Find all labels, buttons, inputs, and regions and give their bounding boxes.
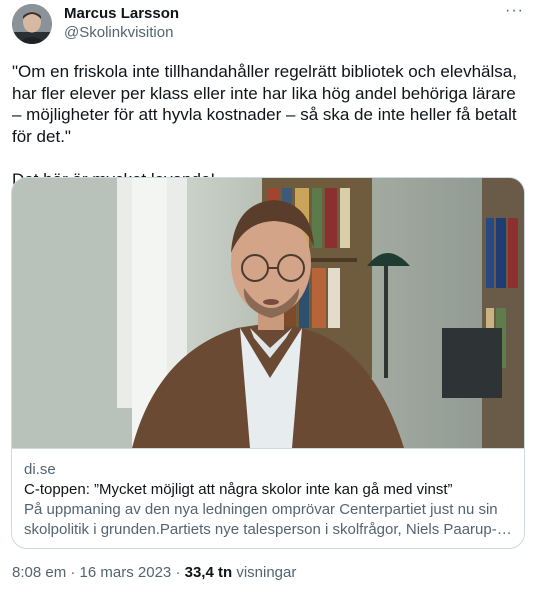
more-options-icon[interactable]: ···: [505, 2, 524, 20]
avatar-photo: [12, 4, 52, 44]
tweet: Marcus Larsson @Skolinkvisition ··· "Om …: [0, 0, 542, 600]
link-card-domain: di.se: [24, 461, 56, 478]
tweet-paragraph-1: "Om en friskola inte tillhandahåller reg…: [12, 62, 522, 146]
views-label: visningar: [232, 564, 297, 581]
link-card-description: På uppmaning av den nya ledningen ompröv…: [24, 501, 512, 538]
separator: ·: [171, 564, 185, 581]
author-name[interactable]: Marcus Larsson: [64, 5, 179, 22]
views-count: 33,4 tn: [184, 564, 233, 581]
tweet-text: "Om en friskola inte tillhandahåller reg…: [12, 61, 517, 190]
tweet-metadata: 8:08 em · 16 mars 2023 · 33,4 tn visning…: [12, 564, 296, 581]
tweet-time[interactable]: 8:08 em: [12, 564, 66, 581]
link-card[interactable]: di.se C-toppen: ”Mycket möjligt att någr…: [11, 177, 525, 549]
avatar[interactable]: [12, 4, 52, 44]
separator: ·: [66, 564, 80, 581]
link-card-title: C-toppen: ”Mycket möjligt att några skol…: [24, 481, 453, 498]
author-handle[interactable]: @Skolinkvisition: [64, 24, 173, 41]
link-card-image: [12, 178, 524, 448]
tweet-date[interactable]: 16 mars 2023: [80, 564, 172, 581]
link-card-meta: di.se C-toppen: ”Mycket möjligt att någr…: [12, 448, 524, 548]
